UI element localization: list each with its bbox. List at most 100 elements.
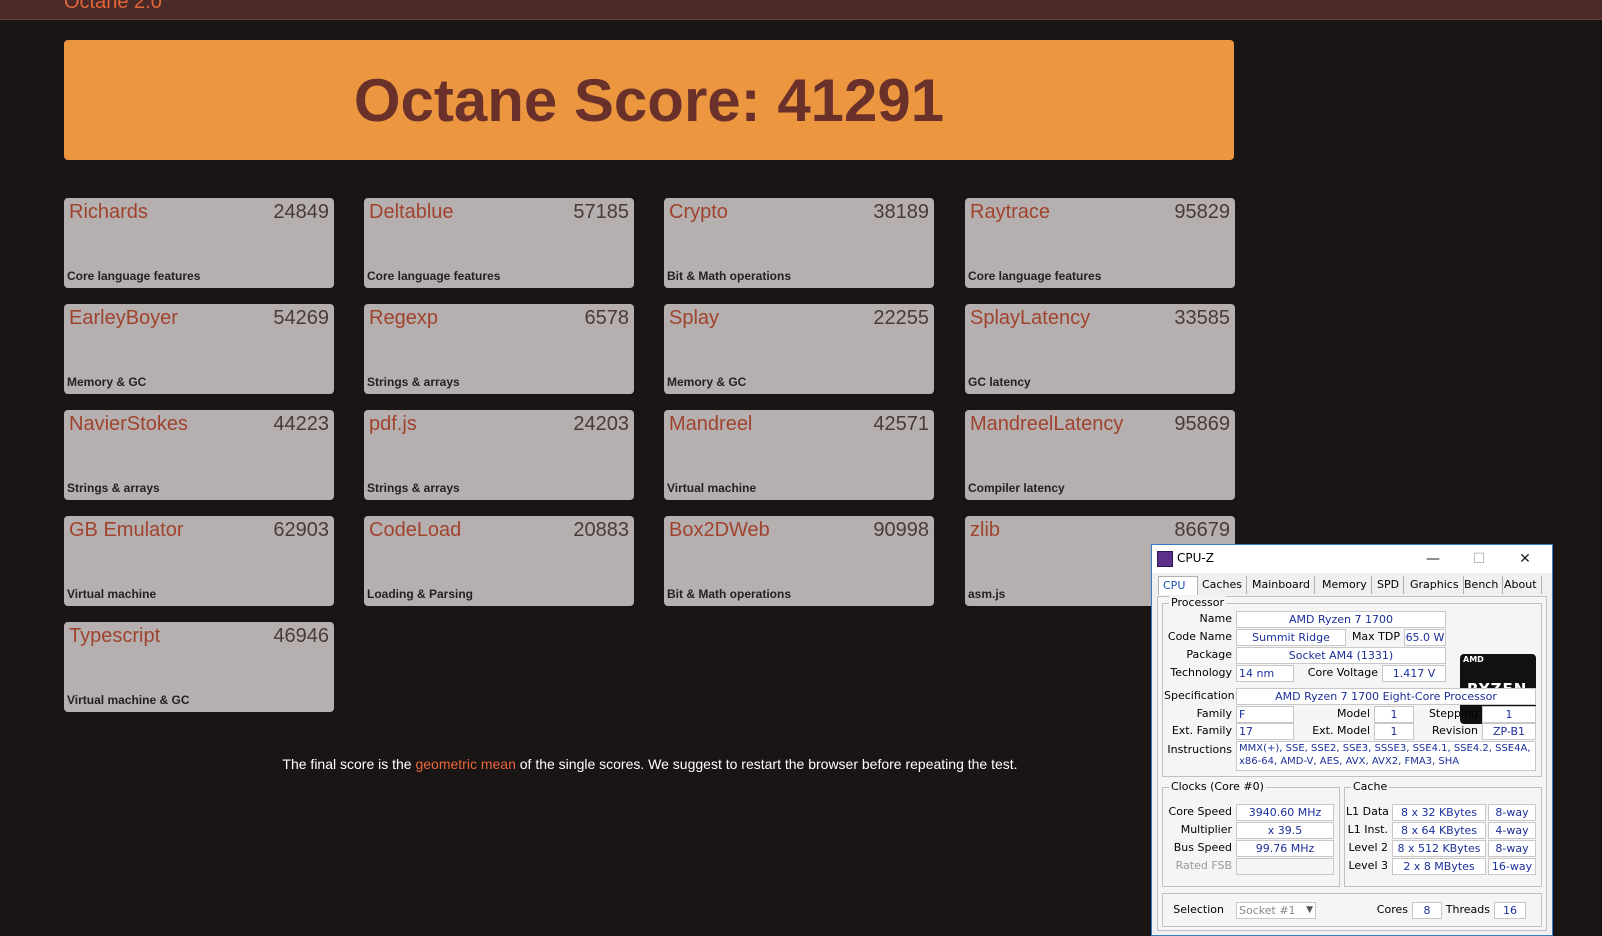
cpuz-title: CPU-Z: [1177, 551, 1214, 565]
cpuz-titlebar[interactable]: CPU-Z — ☐ ✕: [1152, 545, 1552, 573]
benchmark-score: 42571: [873, 413, 929, 435]
benchmark-card: CodeLoad 20883 Loading & Parsing: [364, 516, 634, 606]
benchmark-name: Splay: [669, 307, 720, 329]
clocks-group-label: Clocks (Core #0): [1169, 780, 1266, 793]
multiplier-label: Multiplier: [1180, 823, 1232, 836]
revision-label: Revision: [1432, 724, 1478, 737]
technology-value: 14 nm: [1236, 665, 1294, 682]
benchmark-score: 62903: [273, 519, 329, 541]
package-value: Socket AM4 (1331): [1236, 647, 1446, 664]
benchmark-card: Mandreel 42571 Virtual machine: [664, 410, 934, 500]
minimize-button[interactable]: —: [1410, 545, 1456, 573]
specification-value: AMD Ryzen 7 1700 Eight-Core Processor: [1236, 688, 1536, 705]
benchmark-category: Virtual machine: [67, 587, 157, 601]
benchmark-name: Regexp: [369, 307, 438, 329]
extmodel-label: Ext. Model: [1312, 724, 1370, 737]
specification-label: Specification: [1164, 689, 1235, 702]
benchmark-category: Strings & arrays: [67, 481, 160, 495]
tab-mainboard[interactable]: Mainboard: [1248, 576, 1316, 594]
benchmark-card: Deltablue 57185 Core language features: [364, 198, 634, 288]
corevoltage-label: Core Voltage: [1307, 666, 1378, 679]
close-button[interactable]: ✕: [1502, 545, 1548, 573]
instructions-label: Instructions: [1167, 743, 1232, 756]
benchmark-name: zlib: [970, 519, 1001, 541]
threads-label: Threads: [1445, 903, 1490, 916]
extmodel-value: 1: [1374, 723, 1414, 740]
benchmark-name: pdf.js: [369, 413, 417, 435]
benchmark-card: Crypto 38189 Bit & Math operations: [664, 198, 934, 288]
benchmark-category: Loading & Parsing: [367, 587, 474, 601]
benchmark-name: SplayLatency: [970, 307, 1091, 329]
page-title: Octane 2.0: [64, 0, 162, 13]
l1d-value: 8 x 32 KBytes: [1392, 804, 1486, 821]
score-banner: Octane Score: 41291: [64, 40, 1234, 160]
benchmark-name: Deltablue: [369, 201, 454, 223]
benchmark-score: 95829: [1174, 201, 1230, 223]
benchmark-card: MandreelLatency 95869 Compiler latency: [965, 410, 1235, 500]
revision-value: ZP-B1: [1482, 723, 1536, 740]
benchmark-name: NavierStokes: [69, 413, 188, 435]
codename-label: Code Name: [1167, 630, 1232, 643]
maximize-button[interactable]: ☐: [1456, 545, 1502, 573]
benchmark-card: Regexp 6578 Strings & arrays: [364, 304, 634, 394]
corespeed-label: Core Speed: [1168, 805, 1232, 818]
benchmark-name: Richards: [69, 201, 148, 223]
benchmark-card: pdf.js 24203 Strings & arrays: [364, 410, 634, 500]
tab-about[interactable]: About: [1500, 576, 1542, 594]
benchmark-score: 95869: [1174, 413, 1230, 435]
benchmark-score: 46946: [273, 625, 329, 647]
benchmark-card: SplayLatency 33585 GC latency: [965, 304, 1235, 394]
benchmark-category: Virtual machine: [667, 481, 757, 495]
benchmark-name: Typescript: [69, 625, 161, 647]
benchmark-name: CodeLoad: [369, 519, 462, 541]
geometric-mean-link[interactable]: geometric mean: [415, 756, 515, 772]
benchmark-score: 6578: [584, 307, 630, 329]
benchmark-card: Richards 24849 Core language features: [64, 198, 334, 288]
cpuz-tabs: CPU Caches Mainboard Memory SPD Graphics…: [1158, 576, 1548, 596]
benchmark-name: Box2DWeb: [669, 519, 770, 541]
benchmark-score: 54269: [273, 307, 329, 329]
family-label: Family: [1196, 707, 1232, 720]
instructions-line-1: MMX(+), SSE, SSE2, SSE3, SSSE3, SSE4.1, …: [1239, 743, 1531, 754]
stepping-label: Stepping: [1428, 707, 1478, 720]
benchmark-card: Typescript 46946 Virtual machine & GC: [64, 622, 334, 712]
benchmark-score: 20883: [573, 519, 629, 541]
threads-value: 16: [1494, 902, 1526, 919]
benchmark-category: Strings & arrays: [367, 481, 460, 495]
ratedfsb-label: Rated FSB: [1175, 859, 1232, 872]
cores-label: Cores: [1376, 903, 1408, 916]
l3-label: Level 3: [1348, 859, 1388, 872]
busspeed-label: Bus Speed: [1173, 841, 1232, 854]
benchmark-score: 38189: [873, 201, 929, 223]
amd-logo-text: AMD: [1463, 655, 1484, 664]
tab-graphics[interactable]: Graphics: [1406, 576, 1464, 594]
benchmark-name: GB Emulator: [69, 519, 184, 541]
tab-memory[interactable]: Memory: [1318, 576, 1372, 594]
tab-spd[interactable]: SPD: [1373, 576, 1405, 594]
l1d-label: L1 Data: [1346, 805, 1389, 818]
extfamily-label: Ext. Family: [1171, 724, 1232, 737]
cpu-tab-panel: Processor Name AMD Ryzen 7 1700 Code Nam…: [1157, 596, 1547, 931]
cpuz-window: CPU-Z — ☐ ✕ CPU Caches Mainboard Memory …: [1151, 544, 1553, 936]
benchmark-score: 90998: [873, 519, 929, 541]
benchmark-card: Box2DWeb 90998 Bit & Math operations: [664, 516, 934, 606]
cpuz-app-icon: [1157, 551, 1173, 567]
selection-label: Selection: [1173, 903, 1224, 916]
benchmark-card: Raytrace 95829 Core language features: [965, 198, 1235, 288]
tab-caches[interactable]: Caches: [1198, 576, 1247, 594]
benchmark-score: 44223: [273, 413, 329, 435]
tab-cpu[interactable]: CPU: [1158, 576, 1198, 595]
multiplier-value: x 39.5: [1236, 822, 1334, 839]
benchmark-category: Strings & arrays: [367, 375, 460, 389]
instructions-line-2: x86-64, AMD-V, AES, AVX, AVX2, FMA3, SHA: [1239, 756, 1460, 767]
l2-way: 8-way: [1488, 840, 1536, 857]
benchmark-score: 24203: [573, 413, 629, 435]
benchmark-category: Bit & Math operations: [667, 587, 792, 601]
tab-bench[interactable]: Bench: [1460, 576, 1504, 594]
benchmark-score: 86679: [1174, 519, 1230, 541]
ratedfsb-value: [1236, 858, 1334, 875]
benchmark-card: EarleyBoyer 54269 Memory & GC: [64, 304, 334, 394]
name-label: Name: [1199, 612, 1232, 625]
socket-select[interactable]: Socket #1 ▼: [1236, 902, 1316, 919]
l2-label: Level 2: [1348, 841, 1388, 854]
